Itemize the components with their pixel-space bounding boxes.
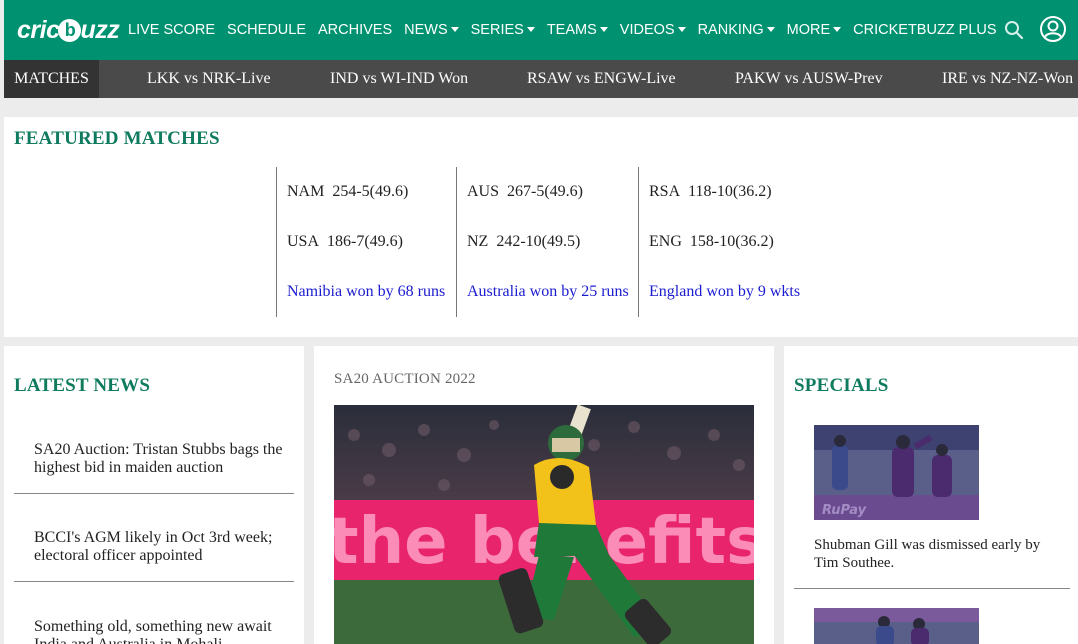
divider bbox=[14, 581, 294, 582]
cricket-celebration-photo: RuPay bbox=[814, 425, 979, 520]
news-headline-link[interactable]: BCCI's AGM likely in Oct 3rd week; elect… bbox=[14, 529, 294, 565]
nav-label: NEWS bbox=[404, 22, 448, 38]
special-banner-text: RuPay bbox=[822, 503, 867, 518]
team2-score: ENG 158-10(36.2) bbox=[649, 233, 774, 250]
caret-down-icon bbox=[599, 27, 608, 32]
nav-label: LIVE SCORE bbox=[128, 22, 216, 38]
match-link[interactable]: RSAW vs ENGW-Live bbox=[527, 60, 676, 98]
featured-matches-section: FEATURED MATCHES NAM 254-5(49.6) USA 186… bbox=[4, 117, 1078, 337]
featured-match-card[interactable]: RSA 118-10(36.2) ENG 158-10(36.2) Englan… bbox=[638, 167, 818, 317]
nav-schedule[interactable]: SCHEDULE bbox=[227, 22, 306, 38]
nav-more[interactable]: MORE bbox=[787, 22, 842, 38]
match-result-link[interactable]: England won by 9 wkts bbox=[649, 283, 800, 301]
match-result-link[interactable]: Australia won by 25 runs bbox=[467, 283, 629, 301]
team2-score: USA 186-7(49.6) bbox=[287, 233, 403, 250]
nav-label: MORE bbox=[786, 22, 831, 38]
featured-match-card[interactable]: NAM 254-5(49.6) USA 186-7(49.6) Namibia … bbox=[276, 167, 456, 317]
cricbuzz-logo[interactable]: cric b uzz bbox=[17, 16, 122, 45]
team1-score: AUS 267-5(49.6) bbox=[467, 183, 583, 200]
nav-news[interactable]: NEWS bbox=[404, 22, 459, 38]
divider bbox=[14, 493, 294, 494]
team2-score: NZ 242-10(49.5) bbox=[467, 233, 581, 250]
news-headline-link[interactable]: Something old, something new await India… bbox=[14, 618, 294, 644]
caret-down-icon bbox=[677, 27, 686, 32]
feature-story-card: SA20 AUCTION 2022 the benefits of bbox=[314, 346, 774, 644]
nav-cricketbuzz-plus[interactable]: CRICKETBUZZ PLUS bbox=[853, 22, 996, 38]
nav-label: TEAMS bbox=[546, 22, 597, 38]
nav-live-score[interactable]: LIVE SCORE bbox=[128, 22, 215, 38]
nav-label: CRICKETBUZZ PLUS bbox=[853, 22, 997, 38]
latest-news-title: LATEST NEWS bbox=[14, 375, 151, 396]
search-icon[interactable] bbox=[1004, 20, 1024, 40]
caret-down-icon bbox=[766, 27, 775, 32]
nav-series[interactable]: SERIES bbox=[471, 22, 535, 38]
top-navigation-bar: cric b uzz LIVE SCORE SCHEDULE ARCHIVES NEWS S… bbox=[4, 0, 1078, 60]
specials-card: SPECIALS RuPay Shubman Gill was dismisse… bbox=[784, 346, 1078, 644]
featured-matches-title: FEATURED MATCHES bbox=[14, 128, 220, 149]
divider bbox=[794, 588, 1070, 589]
match-link[interactable]: IRE vs NZ-NZ-Won bbox=[942, 60, 1073, 98]
special-story-image[interactable] bbox=[814, 608, 979, 644]
match-result-link[interactable]: Namibia won by 68 runs bbox=[287, 283, 445, 301]
match-link[interactable]: PAKW vs AUSW-Prev bbox=[735, 60, 883, 98]
special-story-image[interactable]: RuPay bbox=[814, 425, 979, 520]
match-link[interactable]: LKK vs NRK-Live bbox=[147, 60, 271, 98]
nav-teams[interactable]: TEAMS bbox=[547, 22, 608, 38]
cricket-batter-photo: the benefits of bbox=[334, 405, 754, 644]
matches-tab[interactable]: MATCHES bbox=[4, 60, 99, 98]
user-account-icon[interactable] bbox=[1039, 15, 1067, 43]
nav-label: SCHEDULE bbox=[227, 22, 306, 38]
nav-label: ARCHIVES bbox=[318, 22, 393, 38]
main-menu: LIVE SCORE SCHEDULE ARCHIVES NEWS SERIES TEAM… bbox=[128, 22, 1009, 38]
nav-videos[interactable]: VIDEOS bbox=[620, 22, 686, 38]
latest-news-card: LATEST NEWS SA20 Auction: Tristan Stubbs… bbox=[4, 346, 304, 644]
special-story-caption[interactable]: Shubman Gill was dismissed early by Tim … bbox=[814, 536, 1054, 572]
specials-title: SPECIALS bbox=[794, 375, 889, 396]
team1-score: RSA 118-10(36.2) bbox=[649, 183, 772, 200]
news-headline-link[interactable]: SA20 Auction: Tristan Stubbs bags the hi… bbox=[14, 441, 294, 477]
caret-down-icon bbox=[833, 27, 842, 32]
match-link[interactable]: IND vs WI-IND Won bbox=[330, 60, 468, 98]
cricket-photo bbox=[814, 608, 979, 644]
caret-down-icon bbox=[450, 27, 459, 32]
nav-label: SERIES bbox=[470, 22, 524, 38]
nav-label: RANKING bbox=[697, 22, 764, 38]
nav-archives[interactable]: ARCHIVES bbox=[318, 22, 392, 38]
featured-match-card[interactable]: AUS 267-5(49.6) NZ 242-10(49.5) Australi… bbox=[456, 167, 638, 317]
feature-story-kicker[interactable]: SA20 AUCTION 2022 bbox=[334, 371, 476, 388]
feature-story-image[interactable]: the benefits of bbox=[334, 405, 754, 644]
matches-strip: MATCHES LKK vs NRK-Live IND vs WI-IND Wo… bbox=[4, 60, 1078, 98]
team1-score: NAM 254-5(49.6) bbox=[287, 183, 409, 200]
nav-ranking[interactable]: RANKING bbox=[698, 22, 775, 38]
caret-down-icon bbox=[526, 27, 535, 32]
nav-label: VIDEOS bbox=[619, 22, 675, 38]
